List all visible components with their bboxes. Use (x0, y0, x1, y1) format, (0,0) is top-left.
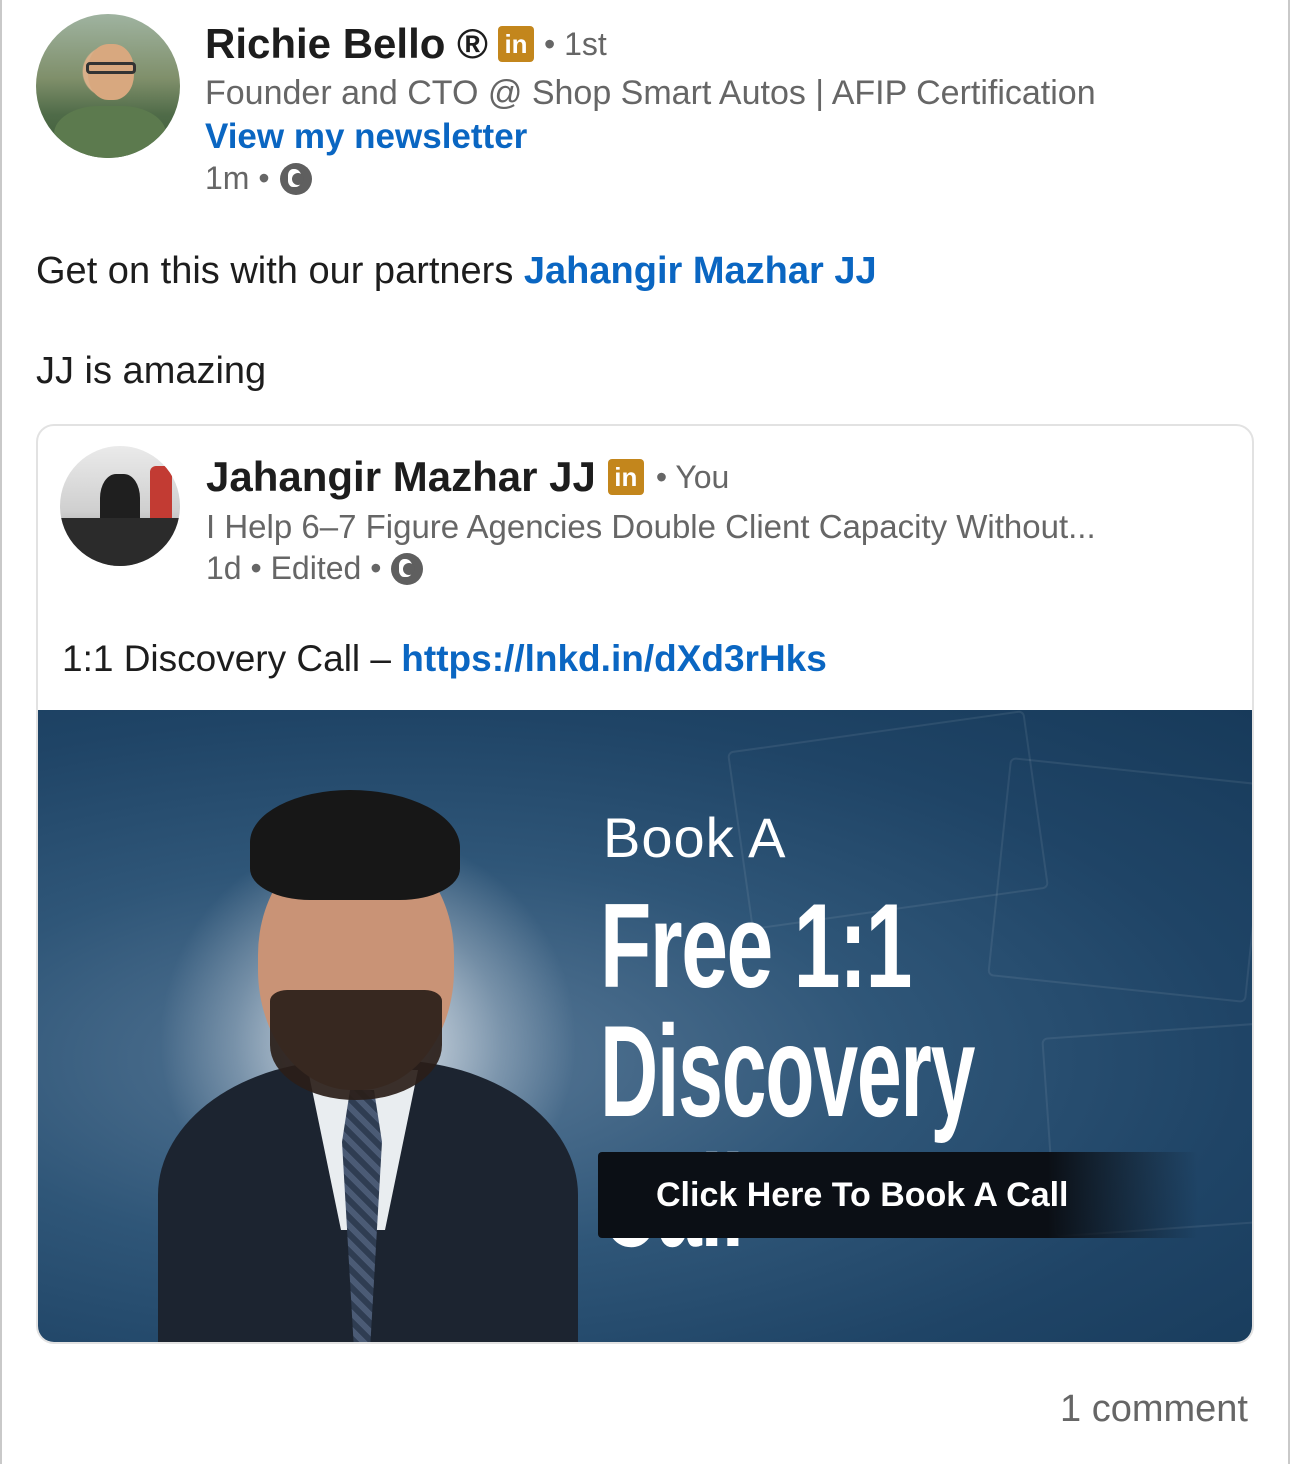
post-time: 1m • (205, 160, 270, 196)
view-newsletter-link[interactable]: View my newsletter (205, 117, 527, 157)
cta-label: Click Here To Book A Call (656, 1175, 1069, 1214)
shared-post-time: 1d • Edited • (206, 550, 382, 586)
banner-heading-large-1: Free 1:1 (600, 879, 912, 1013)
globe-icon (391, 552, 424, 585)
globe-icon (279, 162, 312, 195)
shared-post-text: 1:1 Discovery Call – https://lnkd.in/dXd… (62, 638, 827, 680)
book-call-cta[interactable]: Click Here To Book A Call (598, 1152, 1198, 1238)
author-headline: Founder and CTO @ Shop Smart Autos | AFI… (205, 74, 1096, 112)
shared-author-avatar[interactable] (60, 446, 180, 566)
shared-text: 1:1 Discovery Call – (62, 638, 402, 679)
shared-post-meta: 1d • Edited • (206, 550, 424, 587)
banner-person-photo (158, 790, 578, 1342)
promo-banner-image[interactable]: Book A Free 1:1 Discovery Call Click Her… (38, 710, 1252, 1342)
shared-author-headline: I Help 6–7 Figure Agencies Double Client… (206, 508, 1096, 545)
shared-relation: • You (655, 458, 730, 495)
linkedin-badge-icon: in (498, 26, 535, 62)
mention-link[interactable]: Jahangir Mazhar JJ (524, 250, 877, 292)
post-meta: 1m • (205, 160, 312, 197)
post-text-line-1: Get on this with our partners Jahangir M… (36, 250, 877, 293)
shared-author-name[interactable]: Jahangir Mazhar JJ (206, 453, 596, 501)
shared-name-row: Jahangir Mazhar JJ in • You (206, 452, 729, 502)
banner-heading-small: Book A (603, 806, 787, 869)
feed-post: Richie Bello ® in • 1st Founder and CTO … (0, 0, 1290, 1464)
shared-url-link[interactable]: https://lnkd.in/dXd3rHks (401, 638, 827, 679)
author-name-row: Richie Bello ® in • 1st (205, 18, 607, 70)
comments-count-link[interactable]: 1 comment (1060, 1388, 1248, 1431)
post-text-line-2: JJ is amazing (36, 350, 267, 392)
shared-post-card[interactable]: Jahangir Mazhar JJ in • You I Help 6–7 F… (36, 424, 1254, 1344)
connection-degree: • 1st (544, 25, 607, 62)
author-name[interactable]: Richie Bello ® (205, 20, 488, 68)
linkedin-badge-icon: in (607, 459, 644, 495)
post-text: Get on this with our partners (36, 250, 524, 292)
author-avatar[interactable] (36, 14, 180, 158)
